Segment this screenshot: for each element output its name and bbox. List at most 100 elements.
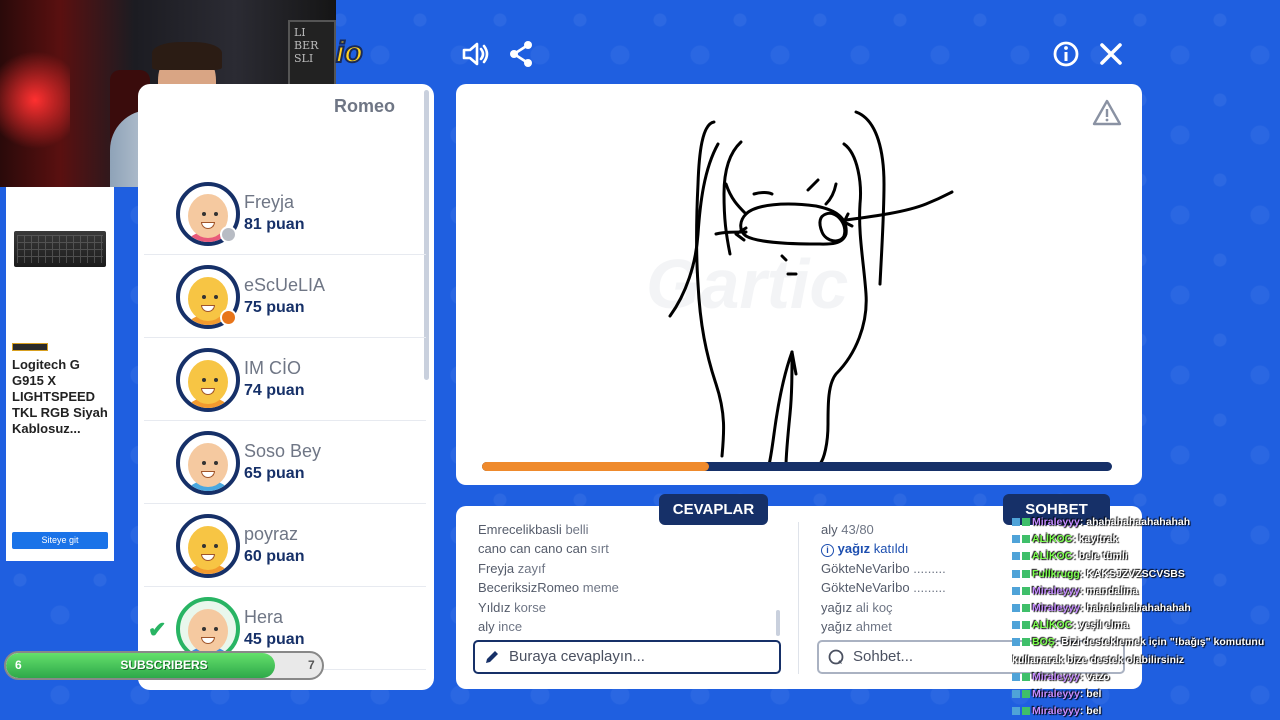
sub-badge-icon <box>1012 638 1020 647</box>
report-warning-icon[interactable] <box>1092 98 1122 128</box>
sub-badge-icon <box>1012 690 1020 699</box>
sub-badge-icon <box>1012 707 1020 716</box>
avatar-face <box>188 443 228 487</box>
answer-user: Emrecelikbasli <box>478 522 562 537</box>
player-row[interactable]: Freyja 81 puan <box>144 172 426 255</box>
chat-user: GökteNeVarİbo <box>821 560 910 576</box>
bits-badge-icon <box>1022 535 1030 544</box>
overlay-chat-text: kullanarak bize destek olabilirsiniz <box>1012 653 1185 666</box>
answer-message: aly ince <box>478 617 778 636</box>
player-status-dot <box>220 226 237 243</box>
bits-badge-icon <box>1022 518 1030 526</box>
subscriber-current: 6 <box>15 658 22 672</box>
answer-text: sırt <box>590 541 609 557</box>
avatar-eye <box>214 378 218 382</box>
overlay-chat-user: BOŞ <box>1032 636 1055 649</box>
sub-badge-icon <box>1012 586 1020 595</box>
sound-icon[interactable] <box>460 38 492 70</box>
sub-badge-icon <box>1012 569 1020 578</box>
player-row[interactable]: Soso Bey 65 puan <box>144 421 426 504</box>
overlay-chat-text: : bele tümli <box>1072 550 1128 563</box>
avatar-eye <box>214 295 218 299</box>
chat-text: ali koç <box>855 599 893 615</box>
stream-overlay-chat: Miraleyyy: ahahahahaahahahah ALİKOC: kayı… <box>1012 514 1280 720</box>
overlay-chat-text: : kayıtrak <box>1072 533 1119 546</box>
overlay-chat-line: ALİKOC: bele tümli <box>1012 548 1280 565</box>
check-icon: ✔ <box>148 617 167 642</box>
sub-badge-icon <box>1012 672 1020 681</box>
bits-badge-icon <box>1022 604 1030 613</box>
answer-input[interactable]: Buraya cevaplayın... <box>473 640 781 674</box>
overlay-chat-text: : mandalina <box>1079 584 1139 597</box>
pencil-icon <box>486 651 498 663</box>
share-icon[interactable] <box>505 38 537 70</box>
subscriber-goal: 7 <box>308 658 315 672</box>
player-row[interactable]: IM CİO 74 puan <box>144 338 426 421</box>
close-icon[interactable] <box>1095 38 1127 70</box>
avatar-eye <box>214 212 218 216</box>
answer-message: cano can cano can sırt <box>478 539 778 558</box>
panel-divider <box>798 522 799 674</box>
chat-text: katıldı <box>873 541 909 557</box>
ad-panel: Logitech G G915 X LIGHTSPEED TKL RGB Siy… <box>6 187 114 561</box>
overlay-chat-user: Fullkrugg <box>1032 567 1080 580</box>
overlay-chat-line: Miraleyyy: ahahahahaahahahah <box>1012 514 1280 531</box>
answers-scrollbar[interactable] <box>776 610 780 636</box>
bits-badge-icon <box>1022 586 1030 595</box>
overlay-chat-user: ALİKOC <box>1032 550 1073 563</box>
bits-badge-icon <box>1022 552 1030 561</box>
answer-user: cano can cano can <box>478 541 588 557</box>
overlay-chat-line: Miraleyyy: hahahahahahahahah <box>1012 600 1280 617</box>
player-name-partial: Romeo <box>334 96 396 116</box>
answer-text: belli <box>565 522 589 537</box>
avatar-eye <box>202 212 206 216</box>
player-name: Hera <box>244 607 284 627</box>
overlay-chat-user: ALİKOC <box>1032 619 1073 632</box>
player-score: 60 puan <box>244 548 305 565</box>
overlay-chat-line: Miraleyyy: bel <box>1012 703 1280 720</box>
player-row[interactable]: eScUeLIA 75 puan <box>144 255 426 338</box>
info-icon[interactable] <box>1050 38 1082 70</box>
chat-text: ahmet <box>855 619 892 635</box>
avatar-eye <box>202 627 206 631</box>
avatar-eye <box>214 544 218 548</box>
gartic-logo: io <box>335 35 364 70</box>
drawing-canvas[interactable]: Gartic <box>456 84 1142 485</box>
answer-user: BeceriksizRomeo <box>478 580 580 596</box>
chat-placeholder: Sohbet... <box>853 648 914 665</box>
avatar-eye <box>214 627 218 631</box>
player-name: eScUeLIA <box>244 275 326 295</box>
overlay-chat-line: BOŞ: Bizi desteklemek için "!bağış" komu… <box>1012 634 1280 651</box>
player-row[interactable]: poyraz 60 puan <box>144 504 426 587</box>
overlay-chat-line: ALİKOC: kayıtrak <box>1012 531 1280 548</box>
bits-badge-icon <box>1022 707 1030 716</box>
sub-badge-icon <box>1012 518 1020 526</box>
chat-text: ......... <box>913 580 946 596</box>
overlay-chat-user: Miraleyyy <box>1032 584 1080 597</box>
subscriber-label: SUBSCRIBERS <box>120 658 208 672</box>
avatar-eye <box>202 461 206 465</box>
overlay-chat-text: : ahahahahaahahahah <box>1079 516 1191 528</box>
answer-user: aly <box>478 619 495 635</box>
answer-text: ince <box>498 619 523 635</box>
chat-user: yağız <box>821 619 853 635</box>
ad-visit-button[interactable]: Siteye git <box>12 532 108 549</box>
overlay-chat-line: ALİKOC: yeşil elma <box>1012 617 1280 634</box>
player-score: 75 puan <box>244 299 305 316</box>
overlay-chat-user: Miraleyyy <box>1032 602 1080 615</box>
answers-list: Emrecelikbasli belli cano can cano can sı… <box>478 520 778 644</box>
player-score: 74 puan <box>244 382 305 399</box>
keyboard-keys <box>17 235 103 263</box>
player-score: 45 puan <box>244 631 305 648</box>
answer-user: Freyja <box>478 560 515 576</box>
player-status-dot <box>220 309 237 326</box>
player-score: 65 puan <box>244 465 305 482</box>
player-avatar <box>176 348 240 412</box>
avatar-face <box>188 526 228 570</box>
avatar-eye <box>214 461 218 465</box>
player-name: Soso Bey <box>244 441 322 461</box>
info-icon: i <box>821 544 834 558</box>
tab-answers[interactable]: CEVAPLAR <box>659 494 768 525</box>
red-light <box>0 40 70 160</box>
sub-badge-icon <box>1012 621 1020 630</box>
